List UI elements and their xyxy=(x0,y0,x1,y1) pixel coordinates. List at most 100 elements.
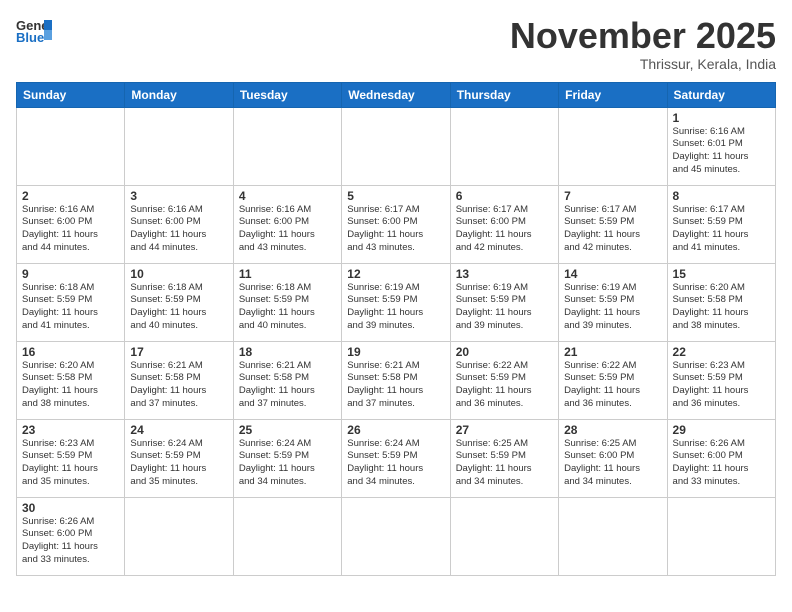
week-row-2: 9Sunrise: 6:18 AM Sunset: 5:59 PM Daylig… xyxy=(17,263,776,341)
col-header-monday: Monday xyxy=(125,82,233,107)
col-header-thursday: Thursday xyxy=(450,82,558,107)
day-number: 14 xyxy=(564,267,661,281)
day-cell: 2Sunrise: 6:16 AM Sunset: 6:00 PM Daylig… xyxy=(17,185,125,263)
day-info: Sunrise: 6:20 AM Sunset: 5:58 PM Dayligh… xyxy=(673,282,770,333)
day-number: 15 xyxy=(673,267,770,281)
svg-text:Blue: Blue xyxy=(16,30,44,44)
day-number: 10 xyxy=(130,267,227,281)
day-cell: 4Sunrise: 6:16 AM Sunset: 6:00 PM Daylig… xyxy=(233,185,341,263)
day-cell: 8Sunrise: 6:17 AM Sunset: 5:59 PM Daylig… xyxy=(667,185,775,263)
week-row-4: 23Sunrise: 6:23 AM Sunset: 5:59 PM Dayli… xyxy=(17,419,776,497)
day-cell xyxy=(125,107,233,185)
day-number: 20 xyxy=(456,345,553,359)
col-header-wednesday: Wednesday xyxy=(342,82,450,107)
day-info: Sunrise: 6:23 AM Sunset: 5:59 PM Dayligh… xyxy=(22,438,119,489)
col-header-tuesday: Tuesday xyxy=(233,82,341,107)
day-cell: 6Sunrise: 6:17 AM Sunset: 6:00 PM Daylig… xyxy=(450,185,558,263)
week-row-3: 16Sunrise: 6:20 AM Sunset: 5:58 PM Dayli… xyxy=(17,341,776,419)
day-info: Sunrise: 6:19 AM Sunset: 5:59 PM Dayligh… xyxy=(564,282,661,333)
day-info: Sunrise: 6:16 AM Sunset: 6:00 PM Dayligh… xyxy=(239,204,336,255)
day-cell: 10Sunrise: 6:18 AM Sunset: 5:59 PM Dayli… xyxy=(125,263,233,341)
logo-icon: General Blue xyxy=(16,16,52,44)
day-number: 6 xyxy=(456,189,553,203)
day-info: Sunrise: 6:21 AM Sunset: 5:58 PM Dayligh… xyxy=(130,360,227,411)
col-header-friday: Friday xyxy=(559,82,667,107)
day-cell: 23Sunrise: 6:23 AM Sunset: 5:59 PM Dayli… xyxy=(17,419,125,497)
day-info: Sunrise: 6:26 AM Sunset: 6:00 PM Dayligh… xyxy=(673,438,770,489)
day-cell xyxy=(125,497,233,575)
week-row-1: 2Sunrise: 6:16 AM Sunset: 6:00 PM Daylig… xyxy=(17,185,776,263)
day-info: Sunrise: 6:22 AM Sunset: 5:59 PM Dayligh… xyxy=(564,360,661,411)
day-cell xyxy=(342,497,450,575)
day-cell: 25Sunrise: 6:24 AM Sunset: 5:59 PM Dayli… xyxy=(233,419,341,497)
day-cell xyxy=(450,107,558,185)
day-info: Sunrise: 6:16 AM Sunset: 6:00 PM Dayligh… xyxy=(22,204,119,255)
day-number: 3 xyxy=(130,189,227,203)
day-info: Sunrise: 6:22 AM Sunset: 5:59 PM Dayligh… xyxy=(456,360,553,411)
day-cell xyxy=(559,497,667,575)
day-number: 4 xyxy=(239,189,336,203)
logo: General Blue xyxy=(16,16,52,44)
day-cell: 21Sunrise: 6:22 AM Sunset: 5:59 PM Dayli… xyxy=(559,341,667,419)
day-cell: 30Sunrise: 6:26 AM Sunset: 6:00 PM Dayli… xyxy=(17,497,125,575)
day-info: Sunrise: 6:25 AM Sunset: 5:59 PM Dayligh… xyxy=(456,438,553,489)
day-number: 5 xyxy=(347,189,444,203)
day-number: 25 xyxy=(239,423,336,437)
day-cell: 15Sunrise: 6:20 AM Sunset: 5:58 PM Dayli… xyxy=(667,263,775,341)
day-cell: 11Sunrise: 6:18 AM Sunset: 5:59 PM Dayli… xyxy=(233,263,341,341)
day-cell xyxy=(559,107,667,185)
day-info: Sunrise: 6:17 AM Sunset: 5:59 PM Dayligh… xyxy=(673,204,770,255)
day-cell: 24Sunrise: 6:24 AM Sunset: 5:59 PM Dayli… xyxy=(125,419,233,497)
day-number: 21 xyxy=(564,345,661,359)
day-cell: 16Sunrise: 6:20 AM Sunset: 5:58 PM Dayli… xyxy=(17,341,125,419)
day-cell xyxy=(17,107,125,185)
day-cell xyxy=(342,107,450,185)
day-number: 27 xyxy=(456,423,553,437)
day-cell xyxy=(233,497,341,575)
day-cell: 14Sunrise: 6:19 AM Sunset: 5:59 PM Dayli… xyxy=(559,263,667,341)
day-number: 18 xyxy=(239,345,336,359)
day-number: 17 xyxy=(130,345,227,359)
day-info: Sunrise: 6:18 AM Sunset: 5:59 PM Dayligh… xyxy=(22,282,119,333)
day-number: 7 xyxy=(564,189,661,203)
day-cell: 22Sunrise: 6:23 AM Sunset: 5:59 PM Dayli… xyxy=(667,341,775,419)
day-info: Sunrise: 6:19 AM Sunset: 5:59 PM Dayligh… xyxy=(347,282,444,333)
day-cell: 5Sunrise: 6:17 AM Sunset: 6:00 PM Daylig… xyxy=(342,185,450,263)
day-info: Sunrise: 6:17 AM Sunset: 6:00 PM Dayligh… xyxy=(456,204,553,255)
col-header-sunday: Sunday xyxy=(17,82,125,107)
day-info: Sunrise: 6:25 AM Sunset: 6:00 PM Dayligh… xyxy=(564,438,661,489)
day-info: Sunrise: 6:17 AM Sunset: 6:00 PM Dayligh… xyxy=(347,204,444,255)
day-cell: 26Sunrise: 6:24 AM Sunset: 5:59 PM Dayli… xyxy=(342,419,450,497)
day-number: 19 xyxy=(347,345,444,359)
day-cell: 3Sunrise: 6:16 AM Sunset: 6:00 PM Daylig… xyxy=(125,185,233,263)
month-title: November 2025 xyxy=(510,16,776,56)
day-cell xyxy=(233,107,341,185)
day-number: 24 xyxy=(130,423,227,437)
day-number: 28 xyxy=(564,423,661,437)
calendar: SundayMondayTuesdayWednesdayThursdayFrid… xyxy=(16,82,776,576)
day-number: 26 xyxy=(347,423,444,437)
day-cell: 29Sunrise: 6:26 AM Sunset: 6:00 PM Dayli… xyxy=(667,419,775,497)
day-info: Sunrise: 6:18 AM Sunset: 5:59 PM Dayligh… xyxy=(130,282,227,333)
day-cell: 1Sunrise: 6:16 AM Sunset: 6:01 PM Daylig… xyxy=(667,107,775,185)
day-info: Sunrise: 6:16 AM Sunset: 6:00 PM Dayligh… xyxy=(130,204,227,255)
day-info: Sunrise: 6:21 AM Sunset: 5:58 PM Dayligh… xyxy=(347,360,444,411)
day-info: Sunrise: 6:24 AM Sunset: 5:59 PM Dayligh… xyxy=(239,438,336,489)
day-number: 30 xyxy=(22,501,119,515)
day-cell xyxy=(450,497,558,575)
day-number: 16 xyxy=(22,345,119,359)
day-number: 22 xyxy=(673,345,770,359)
week-row-0: 1Sunrise: 6:16 AM Sunset: 6:01 PM Daylig… xyxy=(17,107,776,185)
day-cell: 20Sunrise: 6:22 AM Sunset: 5:59 PM Dayli… xyxy=(450,341,558,419)
day-cell: 28Sunrise: 6:25 AM Sunset: 6:00 PM Dayli… xyxy=(559,419,667,497)
day-info: Sunrise: 6:21 AM Sunset: 5:58 PM Dayligh… xyxy=(239,360,336,411)
day-cell: 12Sunrise: 6:19 AM Sunset: 5:59 PM Dayli… xyxy=(342,263,450,341)
day-number: 12 xyxy=(347,267,444,281)
day-cell: 9Sunrise: 6:18 AM Sunset: 5:59 PM Daylig… xyxy=(17,263,125,341)
day-number: 1 xyxy=(673,111,770,125)
page: General Blue November 2025 Thrissur, Ker… xyxy=(0,0,792,612)
day-number: 29 xyxy=(673,423,770,437)
day-cell: 13Sunrise: 6:19 AM Sunset: 5:59 PM Dayli… xyxy=(450,263,558,341)
day-info: Sunrise: 6:26 AM Sunset: 6:00 PM Dayligh… xyxy=(22,516,119,567)
col-header-saturday: Saturday xyxy=(667,82,775,107)
